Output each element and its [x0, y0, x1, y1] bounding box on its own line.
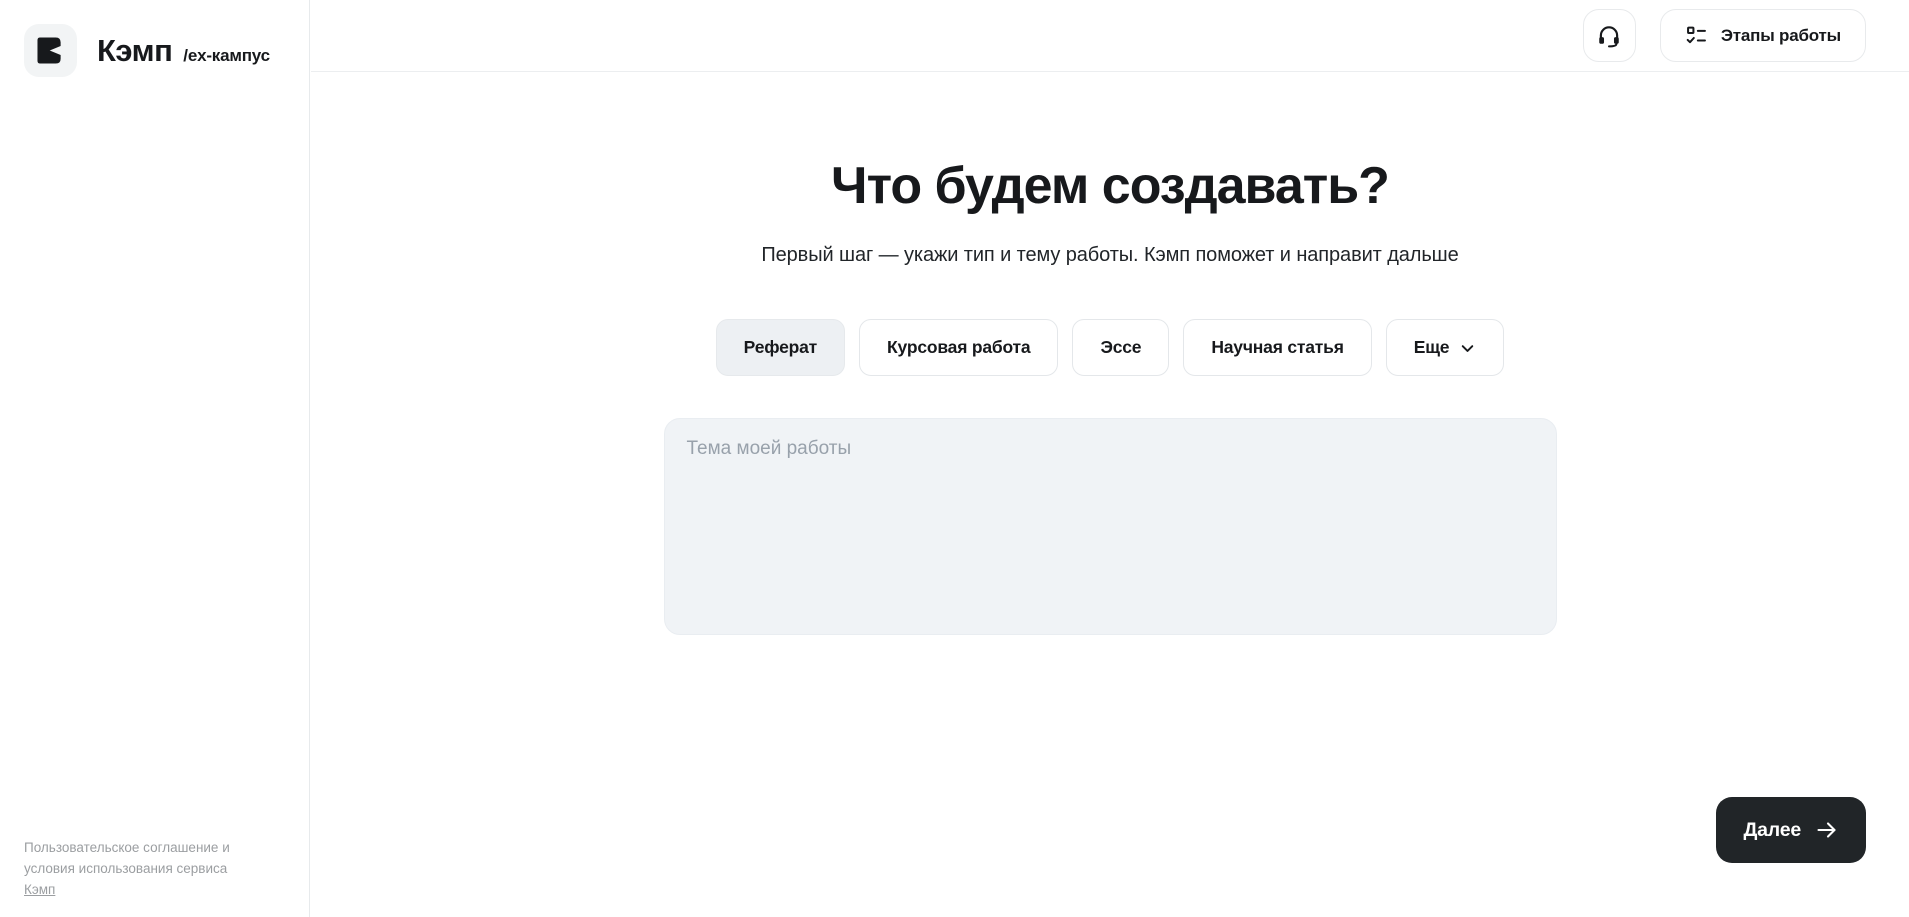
chip-nauchnaya-statya[interactable]: Научная статья: [1183, 319, 1371, 376]
chip-more[interactable]: Еще: [1386, 319, 1505, 376]
app-root: Кэмп /ex-кампус Пользовательское соглаше…: [0, 0, 1909, 917]
page-subtitle: Первый шаг — укажи тип и тему работы. Кэ…: [761, 243, 1458, 267]
brand-text: Кэмп /ex-кампус: [97, 33, 270, 69]
chip-esse[interactable]: Эссе: [1072, 319, 1169, 376]
chip-label: Научная статья: [1211, 337, 1343, 358]
topic-input[interactable]: [664, 418, 1557, 635]
brand-logo[interactable]: Кэмп /ex-кампус: [0, 0, 309, 77]
next-button-label: Далее: [1743, 819, 1801, 842]
support-button[interactable]: [1583, 9, 1636, 62]
brand-name: Кэмп: [97, 33, 172, 69]
chip-label: Эссе: [1100, 337, 1141, 358]
chevron-down-icon: [1459, 340, 1476, 357]
arrow-right-icon: [1815, 818, 1839, 842]
terms-link[interactable]: Кэмп: [24, 882, 55, 897]
main-content: Что будем создавать? Первый шаг — укажи …: [311, 72, 1909, 917]
page-title: Что будем создавать?: [831, 154, 1389, 219]
brand-suffix: /ex-кампус: [183, 46, 270, 66]
terms-line1: Пользовательское соглашение и: [24, 840, 230, 855]
next-button[interactable]: Далее: [1716, 797, 1866, 863]
terms-line2: условия использования сервиса: [24, 861, 227, 876]
brand-logo-icon: [24, 24, 77, 77]
terms-note: Пользовательское соглашение и условия ис…: [24, 837, 269, 900]
stages-button-label: Этапы работы: [1721, 26, 1841, 46]
chip-label: Еще: [1414, 337, 1450, 358]
chip-kursovaya[interactable]: Курсовая работа: [859, 319, 1058, 376]
k-glyph-icon: [37, 37, 64, 64]
topbar: Этапы работы: [311, 0, 1909, 72]
work-type-chips: Реферат Курсовая работа Эссе Научная ста…: [716, 319, 1505, 376]
sidebar: Кэмп /ex-кампус Пользовательское соглаше…: [0, 0, 310, 917]
chip-label: Курсовая работа: [887, 337, 1030, 358]
headset-icon: [1596, 23, 1622, 49]
chip-label: Реферат: [744, 337, 817, 358]
chip-referat[interactable]: Реферат: [716, 319, 845, 376]
checklist-icon: [1685, 24, 1708, 47]
stages-button[interactable]: Этапы работы: [1660, 9, 1866, 62]
